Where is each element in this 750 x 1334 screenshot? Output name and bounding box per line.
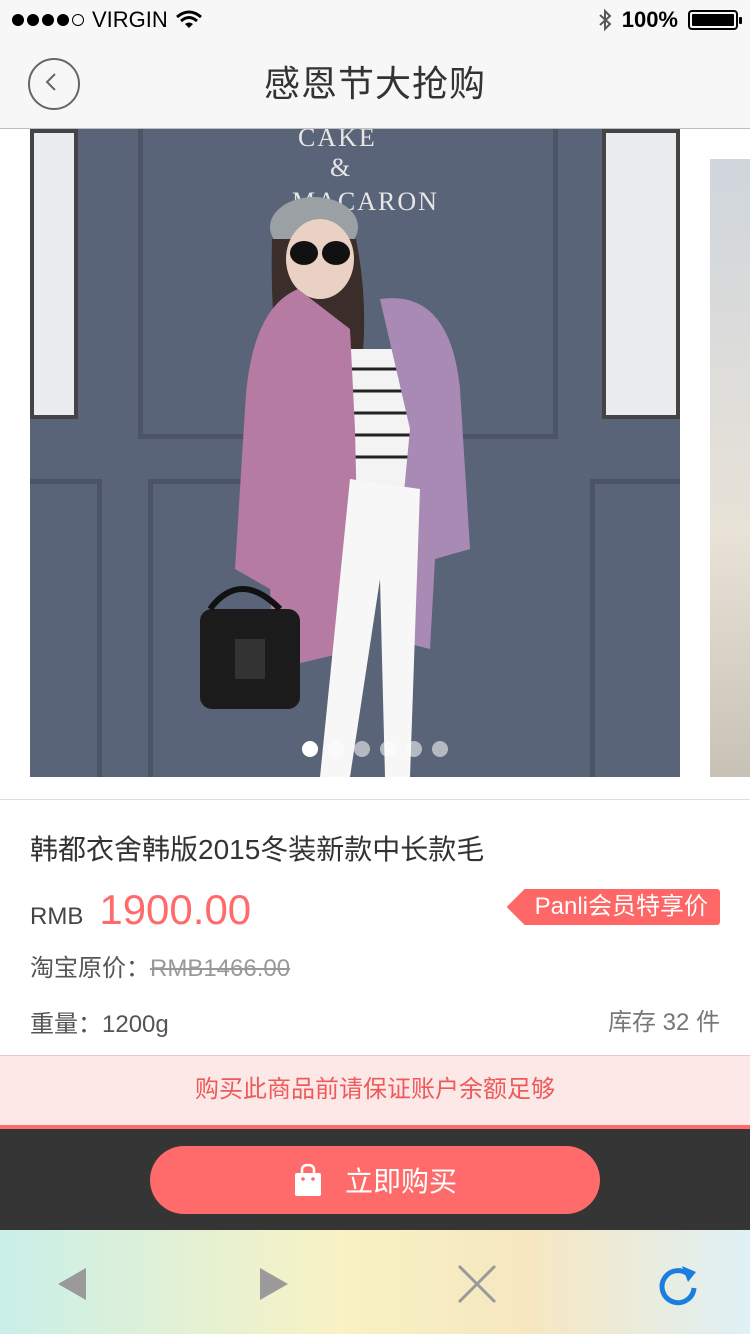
back-arrow-icon[interactable] xyxy=(50,1262,94,1306)
carousel-dot[interactable] xyxy=(302,741,318,757)
product-info: 韩都衣舍韩版2015冬装新款中长款毛 RMB 1900.00 Panli会员特享… xyxy=(0,799,750,1055)
carousel-dot[interactable] xyxy=(328,741,344,757)
weight-label: 重量： xyxy=(30,1011,102,1038)
product-photo: CAKE & MACARON xyxy=(30,129,680,777)
carousel-indicator xyxy=(0,741,750,757)
buy-bar: 立即购买 xyxy=(0,1129,750,1230)
product-image-carousel[interactable]: CAKE & MACARON xyxy=(0,129,750,799)
price-row: RMB 1900.00 xyxy=(30,886,251,934)
forward-arrow-icon[interactable] xyxy=(252,1262,296,1306)
wifi-icon xyxy=(175,10,202,28)
battery-percent: 100% xyxy=(621,7,678,32)
next-product-photo-peek xyxy=(710,159,750,777)
original-price-value: RMB1466.00 xyxy=(150,955,291,982)
price-currency: RMB xyxy=(30,903,84,930)
carousel-dot[interactable] xyxy=(432,741,448,757)
weight-value: 1200g xyxy=(102,1011,169,1038)
buy-now-button[interactable]: 立即购买 xyxy=(150,1146,600,1214)
weight-row: 重量：1200g xyxy=(30,1004,169,1039)
original-price-label: 淘宝原价： xyxy=(30,955,150,982)
balance-notice: 购买此商品前请保证账户余额足够 xyxy=(0,1055,750,1126)
close-icon[interactable] xyxy=(455,1262,499,1306)
original-price-row: 淘宝原价：RMB1466.00 xyxy=(30,948,290,983)
nav-bar: 感恩节大抢购 xyxy=(0,40,750,129)
carousel-dot[interactable] xyxy=(354,741,370,757)
status-bar: VIRGIN 100% xyxy=(0,0,750,40)
page-title: 感恩节大抢购 xyxy=(263,63,486,104)
model-figure xyxy=(200,197,470,777)
browser-toolbar xyxy=(0,1230,750,1334)
buy-now-label: 立即购买 xyxy=(344,1166,457,1197)
battery-icon xyxy=(688,10,742,30)
carousel-dot[interactable] xyxy=(406,741,422,757)
carousel-dot[interactable] xyxy=(380,741,396,757)
signal-strength-icon xyxy=(12,14,84,26)
price-value: 1900.00 xyxy=(99,886,252,933)
member-price-tag: Panli会员特享价 xyxy=(506,889,720,925)
carrier-name: VIRGIN xyxy=(92,7,168,32)
refresh-icon[interactable] xyxy=(656,1262,700,1306)
shopping-bag-icon xyxy=(294,1163,321,1196)
bluetooth-icon xyxy=(599,8,612,32)
stock-count: 库存 32 件 xyxy=(607,1009,720,1036)
product-title: 韩都衣舍韩版2015冬装新款中长款毛 xyxy=(30,834,485,865)
